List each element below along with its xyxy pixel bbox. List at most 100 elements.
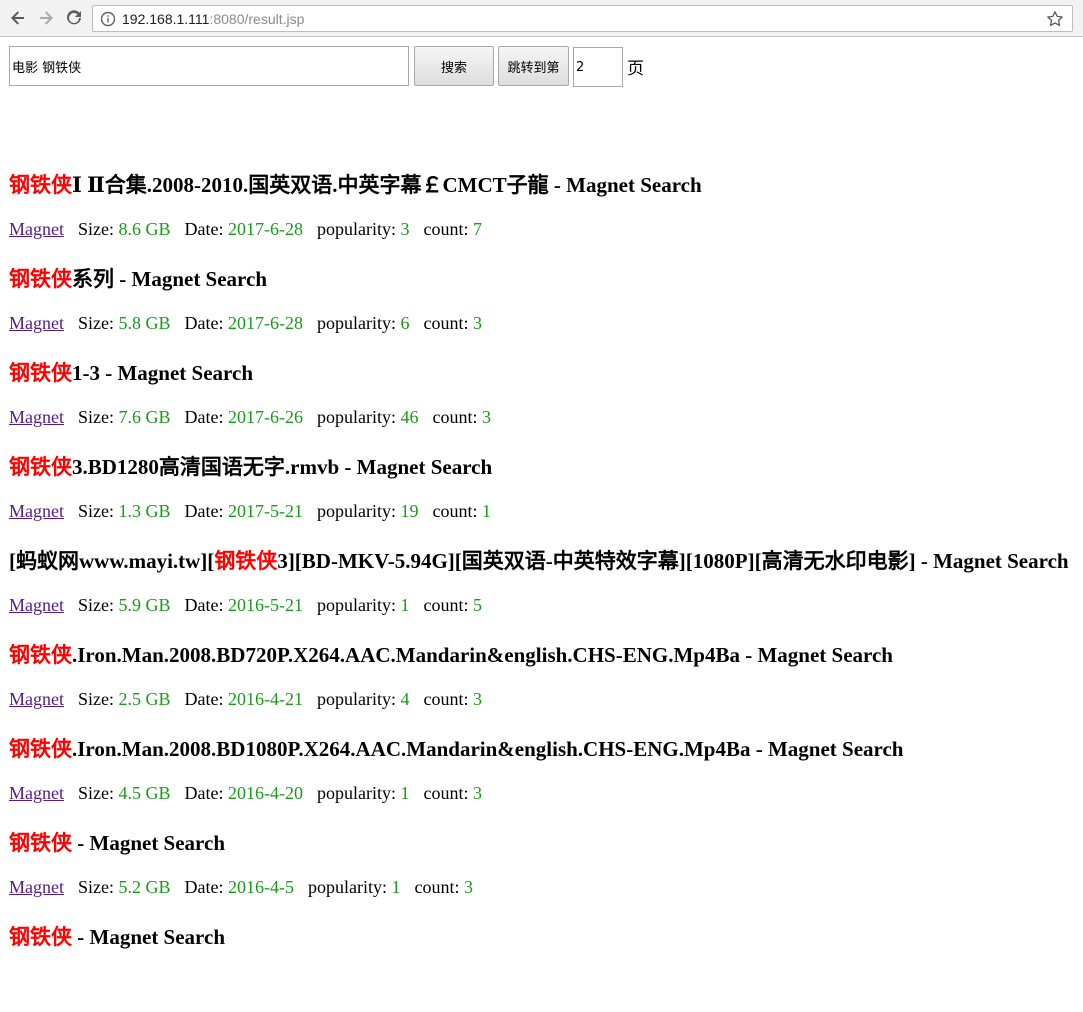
size-value: 7.6 GB [118, 407, 171, 427]
result-title[interactable]: 钢铁侠3.BD1280高清国语无字.rmvb - Magnet Search [9, 448, 492, 486]
size-value: 4.5 GB [118, 783, 171, 803]
date-value: 2016-4-5 [227, 877, 294, 897]
date-label: Date: [184, 313, 224, 333]
popularity-label: popularity: [316, 219, 396, 239]
count-label: count: [423, 313, 469, 333]
popularity-label: popularity: [316, 689, 396, 709]
magnet-link[interactable]: Magnet [9, 689, 64, 709]
size-value: 5.8 GB [118, 313, 171, 333]
result-meta: Magnet Size: 7.6 GB Date: 2017-6-26 popular… [9, 403, 491, 431]
popularity-value: 1 [391, 877, 401, 897]
size-label: Size: [77, 877, 114, 897]
popularity-label: popularity: [316, 313, 396, 333]
title-suffix: .Iron.Man.2008.BD1080P.X264.AAC.Mandarin… [72, 737, 904, 761]
result-meta: Magnet Size: 1.3 GB Date: 2017-5-21 popular… [9, 497, 491, 525]
result-title[interactable]: 钢铁侠1-3 - Magnet Search [9, 354, 253, 392]
magnet-link[interactable]: Magnet [9, 219, 64, 239]
url-host: 192.168.1.111 [122, 10, 210, 27]
forward-icon[interactable] [34, 6, 58, 30]
search-button[interactable]: 搜索 [414, 46, 494, 86]
address-bar[interactable]: 192.168.1.111:8080/result.jsp [92, 5, 1073, 32]
magnet-link[interactable]: Magnet [9, 501, 64, 521]
reload-icon[interactable] [62, 6, 86, 30]
count-value: 7 [472, 219, 482, 239]
count-value: 3 [472, 313, 482, 333]
count-value: 3 [472, 783, 482, 803]
popularity-label: popularity: [316, 407, 396, 427]
popularity-value: 1 [400, 595, 410, 615]
jump-to-page-button[interactable]: 跳转到第 [498, 46, 569, 86]
result-item: 钢铁侠Ⅰ Ⅱ合集.2008-2010.国英双语.中英字幕￡CMCT子龍 - Ma… [9, 166, 1083, 260]
result-item: 钢铁侠.Iron.Man.2008.BD1080P.X264.AAC.Manda… [9, 730, 1083, 824]
title-highlight: 钢铁侠 [9, 267, 72, 291]
date-label: Date: [184, 877, 224, 897]
result-item: 钢铁侠1-3 - Magnet Search Magnet Size: 7.6 G… [9, 354, 1083, 448]
size-label: Size: [77, 783, 114, 803]
date-label: Date: [184, 219, 224, 239]
magnet-link[interactable]: Magnet [9, 313, 64, 333]
popularity-value: 19 [400, 501, 419, 521]
size-label: Size: [77, 407, 114, 427]
result-meta: Magnet Size: 5.8 GB Date: 2017-6-28 popular… [9, 309, 482, 337]
size-label: Size: [77, 501, 114, 521]
count-label: count: [414, 877, 460, 897]
title-suffix: - Magnet Search [72, 831, 225, 855]
count-label: count: [423, 689, 469, 709]
result-title[interactable]: 钢铁侠 - Magnet Search [9, 824, 225, 862]
size-label: Size: [77, 689, 114, 709]
count-label: count: [423, 595, 469, 615]
date-label: Date: [184, 595, 224, 615]
result-item: 钢铁侠 - Magnet Search [9, 918, 1083, 1012]
title-suffix: 系列 - Magnet Search [72, 267, 267, 291]
popularity-value: 3 [400, 219, 410, 239]
browser-toolbar: 192.168.1.111:8080/result.jsp [0, 0, 1083, 37]
count-value: 3 [472, 689, 482, 709]
result-title[interactable]: 钢铁侠.Iron.Man.2008.BD1080P.X264.AAC.Manda… [9, 730, 904, 768]
result-item: 钢铁侠.Iron.Man.2008.BD720P.X264.AAC.Mandar… [9, 636, 1083, 730]
magnet-link[interactable]: Magnet [9, 407, 64, 427]
magnet-link[interactable]: Magnet [9, 877, 64, 897]
date-value: 2016-4-20 [227, 783, 303, 803]
page-suffix-label: 页 [627, 59, 644, 79]
result-title[interactable]: 钢铁侠系列 - Magnet Search [9, 260, 267, 298]
page-number-input[interactable] [573, 47, 623, 87]
count-value: 1 [481, 501, 491, 521]
result-item: 钢铁侠系列 - Magnet Search Magnet Size: 5.8 GB… [9, 260, 1083, 354]
result-item: 钢铁侠 - Magnet Search Magnet Size: 5.2 GB Da… [9, 824, 1083, 918]
magnet-link[interactable]: Magnet [9, 595, 64, 615]
count-label: count: [432, 501, 478, 521]
result-meta: Magnet Size: 8.6 GB Date: 2017-6-28 popular… [9, 215, 482, 243]
title-suffix: 1-3 - Magnet Search [72, 361, 253, 385]
title-highlight: 钢铁侠 [214, 549, 278, 573]
title-suffix: .Iron.Man.2008.BD720P.X264.AAC.Mandarin&… [72, 643, 893, 667]
title-highlight: 钢铁侠 [9, 737, 72, 761]
size-value: 1.3 GB [118, 501, 171, 521]
search-input[interactable] [9, 46, 409, 86]
back-icon[interactable] [6, 6, 30, 30]
title-suffix: - Magnet Search [72, 925, 225, 949]
result-title[interactable]: 钢铁侠Ⅰ Ⅱ合集.2008-2010.国英双语.中英字幕￡CMCT子龍 - Ma… [9, 166, 702, 204]
date-value: 2017-6-28 [227, 219, 303, 239]
result-meta: Magnet Size: 5.2 GB Date: 2016-4-5 populari… [9, 873, 473, 901]
bookmark-star-icon[interactable] [1046, 10, 1064, 28]
count-value: 3 [481, 407, 491, 427]
size-value: 8.6 GB [118, 219, 171, 239]
date-value: 2017-6-28 [227, 313, 303, 333]
result-title[interactable]: [蚂蚁网www.mayi.tw][钢铁侠3][BD-MKV-5.94G][国英双… [9, 542, 1069, 580]
result-meta: Magnet Size: 4.5 GB Date: 2016-4-20 popular… [9, 779, 482, 807]
size-label: Size: [77, 219, 114, 239]
result-title[interactable]: 钢铁侠.Iron.Man.2008.BD720P.X264.AAC.Mandar… [9, 636, 893, 674]
result-title[interactable]: 钢铁侠 - Magnet Search [9, 918, 225, 956]
title-highlight: 钢铁侠 [9, 455, 72, 479]
results-list: 钢铁侠Ⅰ Ⅱ合集.2008-2010.国英双语.中英字幕￡CMCT子龍 - Ma… [9, 166, 1083, 1012]
result-item: 钢铁侠3.BD1280高清国语无字.rmvb - Magnet Search M… [9, 448, 1083, 542]
date-label: Date: [184, 689, 224, 709]
date-label: Date: [184, 783, 224, 803]
info-icon[interactable] [100, 11, 116, 27]
title-suffix: 3.BD1280高清国语无字.rmvb - Magnet Search [72, 455, 493, 479]
date-label: Date: [184, 407, 224, 427]
title-highlight: 钢铁侠 [9, 643, 72, 667]
title-highlight: 钢铁侠 [9, 361, 72, 385]
popularity-label: popularity: [316, 501, 396, 521]
magnet-link[interactable]: Magnet [9, 783, 64, 803]
